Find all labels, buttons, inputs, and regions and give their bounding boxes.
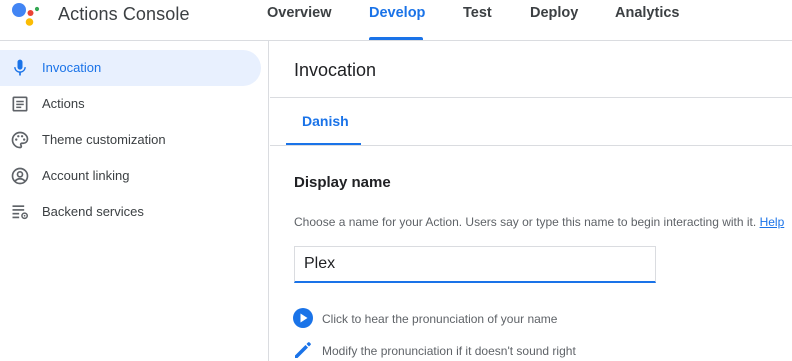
sidebar-item-theme-customization[interactable]: Theme customization <box>0 122 261 158</box>
app-title: Actions Console <box>58 4 190 24</box>
sidebar-item-label: Theme customization <box>42 132 166 147</box>
hear-pronunciation-button[interactable]: Click to hear the pronunciation of your … <box>292 307 592 331</box>
top-bar: Actions Console Overview Develop Test De… <box>0 0 792 41</box>
palette-icon <box>11 131 29 149</box>
modify-pronunciation-label: Modify the pronunciation if it doesn't s… <box>322 344 576 358</box>
main-content: Invocation Danish Display name Choose a … <box>270 41 792 361</box>
display-name-help: Choose a name for your Action. Users say… <box>294 215 784 229</box>
sidebar-item-invocation[interactable]: Invocation <box>0 50 261 86</box>
help-link[interactable]: Help <box>760 215 785 229</box>
pencil-icon <box>295 342 311 358</box>
sidebar: Invocation Actions Theme customization A… <box>0 41 269 361</box>
list-icon <box>12 96 28 112</box>
sidebar-item-label: Backend services <box>42 204 144 219</box>
divider <box>270 97 792 98</box>
divider <box>270 145 792 146</box>
modify-pronunciation-button[interactable]: Modify the pronunciation if it doesn't s… <box>292 339 612 361</box>
account-circle-icon <box>11 167 29 185</box>
sidebar-item-account-linking[interactable]: Account linking <box>0 158 261 194</box>
sidebar-item-actions[interactable]: Actions <box>0 86 261 122</box>
active-tab-indicator <box>369 37 423 40</box>
display-name-help-text: Choose a name for your Action. Users say… <box>294 215 757 229</box>
backend-services-icon <box>12 205 29 220</box>
microphone-icon <box>14 59 26 76</box>
sidebar-item-label: Invocation <box>42 60 102 75</box>
page-title: Invocation <box>294 60 377 80</box>
hear-pronunciation-label: Click to hear the pronunciation of your … <box>322 312 558 326</box>
play-circle-icon <box>293 308 313 328</box>
display-name-input[interactable] <box>294 246 656 283</box>
tab-develop[interactable]: Develop <box>369 5 425 21</box>
tab-deploy[interactable]: Deploy <box>530 5 578 21</box>
sidebar-item-backend-services[interactable]: Backend services <box>0 194 261 230</box>
tab-analytics[interactable]: Analytics <box>615 5 679 21</box>
sidebar-item-label: Account linking <box>42 168 130 183</box>
tab-test[interactable]: Test <box>463 5 492 21</box>
sidebar-item-label: Actions <box>42 96 85 111</box>
google-assistant-logo-icon <box>12 3 40 26</box>
tab-language-danish[interactable]: Danish <box>302 113 349 129</box>
tab-overview[interactable]: Overview <box>267 5 332 21</box>
display-name-heading: Display name <box>294 174 391 191</box>
